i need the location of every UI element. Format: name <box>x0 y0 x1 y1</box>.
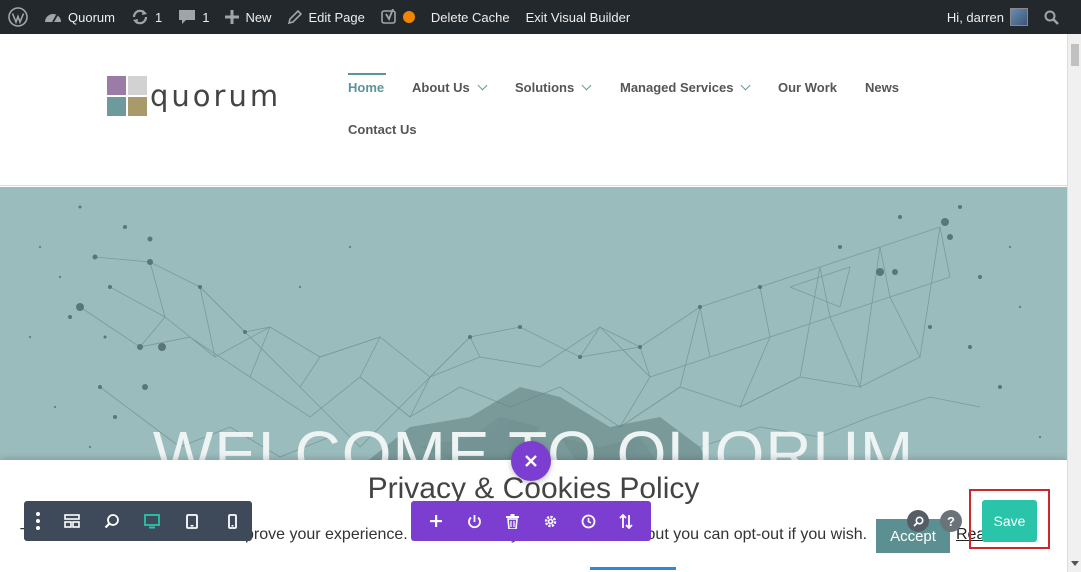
wp-admin-bar: Quorum 1 1 New Edit Page Delete Cache Ex… <box>0 0 1081 34</box>
updates-link[interactable]: 1 <box>123 0 170 34</box>
nav-item-home[interactable]: Home <box>348 73 386 95</box>
new-content-link[interactable]: New <box>217 0 279 34</box>
comments-count: 1 <box>202 9 210 25</box>
site-name-link[interactable]: Quorum <box>36 0 123 34</box>
comment-icon <box>179 10 196 24</box>
nav-label-our-work: Our Work <box>778 80 837 95</box>
account-menu[interactable]: Hi, darren <box>939 0 1036 34</box>
avatar <box>1010 8 1028 26</box>
nav-item-about-us[interactable]: About Us <box>412 80 488 95</box>
nav-item-our-work[interactable]: Our Work <box>778 80 837 95</box>
vertical-scrollbar[interactable] <box>1067 34 1081 572</box>
logo-mark <box>107 76 147 116</box>
portability-button[interactable] <box>456 501 492 541</box>
builder-section-toolbar <box>411 501 651 541</box>
updates-count: 1 <box>154 9 163 25</box>
tablet-icon <box>186 513 198 529</box>
zoom-view-button[interactable] <box>92 501 132 541</box>
builder-help-button[interactable]: ? <box>940 510 962 532</box>
nav-label-news: News <box>865 80 899 95</box>
nav-label-solutions: Solutions <box>515 80 575 95</box>
power-icon <box>467 514 481 528</box>
plus-icon <box>225 10 240 24</box>
reorder-button[interactable] <box>608 501 644 541</box>
add-icon <box>430 515 442 527</box>
delete-cache-label: Delete Cache <box>430 9 510 25</box>
logo-text: quorum <box>150 79 282 113</box>
scroll-down-arrow-icon[interactable] <box>1071 561 1079 566</box>
yoast-seo-menu[interactable] <box>373 0 423 34</box>
close-icon <box>525 455 537 467</box>
builder-menu-button[interactable] <box>24 501 52 541</box>
edit-page-link[interactable]: Edit Page <box>279 0 372 34</box>
site-name-label: Quorum <box>68 9 115 25</box>
edit-page-label: Edit Page <box>308 9 365 25</box>
exit-visual-builder-label: Exit Visual Builder <box>525 9 631 25</box>
desktop-view-button[interactable] <box>132 501 172 541</box>
tablet-view-button[interactable] <box>172 501 212 541</box>
page-indicator-line <box>590 567 676 570</box>
nav-item-managed-services[interactable]: Managed Services <box>620 80 751 95</box>
dashboard-icon <box>45 14 61 23</box>
history-icon <box>581 514 595 528</box>
builder-search-button[interactable] <box>907 510 929 532</box>
admin-search-button[interactable] <box>1036 0 1081 34</box>
zoom-icon <box>104 514 119 529</box>
more-icon <box>36 512 40 530</box>
page-settings-button[interactable] <box>532 501 568 541</box>
clear-layout-button[interactable] <box>494 501 530 541</box>
add-module-button[interactable] <box>418 501 454 541</box>
seo-status-dot <box>402 11 415 23</box>
search-icon <box>1044 10 1059 25</box>
comments-link[interactable]: 1 <box>170 0 217 34</box>
chevron-down-icon <box>477 80 488 91</box>
phone-icon <box>227 513 237 529</box>
settings-icon <box>544 515 556 527</box>
search-icon <box>912 515 924 527</box>
nav-label-managed-services: Managed Services <box>620 80 734 95</box>
wordpress-logo-button[interactable] <box>0 0 36 34</box>
nav-item-solutions[interactable]: Solutions <box>515 80 592 95</box>
chevron-down-icon <box>741 80 751 91</box>
nav-item-contact-us[interactable]: Contact Us <box>348 122 417 137</box>
wordpress-icon <box>8 7 28 27</box>
nav-label-contact-us: Contact Us <box>348 122 417 137</box>
delete-cache-link[interactable]: Delete Cache <box>423 0 518 34</box>
nav-item-news[interactable]: News <box>865 80 899 95</box>
greeting-label: Hi, darren <box>946 9 1004 25</box>
site-header: quorum Home About Us Solutions Managed S… <box>0 34 1067 186</box>
sort-icon <box>619 513 633 529</box>
builder-close-button[interactable] <box>511 441 551 481</box>
pencil-icon <box>288 9 303 24</box>
save-button[interactable]: Save <box>982 500 1037 542</box>
desktop-icon <box>144 513 160 528</box>
trash-icon <box>505 513 519 529</box>
layout-icon <box>64 514 80 528</box>
new-label: New <box>245 9 272 25</box>
nav-active-indicator <box>348 73 386 75</box>
updates-icon <box>132 9 148 25</box>
site-logo[interactable]: quorum <box>107 76 281 116</box>
builder-page-toolbar <box>24 501 252 541</box>
wireframe-view-button[interactable] <box>52 501 92 541</box>
nav-label-about-us: About Us <box>412 80 470 95</box>
editing-history-button[interactable] <box>570 501 606 541</box>
phone-view-button[interactable] <box>212 501 252 541</box>
exit-visual-builder-link[interactable]: Exit Visual Builder <box>518 0 639 34</box>
yoast-icon <box>381 9 396 24</box>
chevron-down-icon <box>581 80 592 91</box>
scrollbar-thumb[interactable] <box>1071 44 1079 66</box>
nav-label-home: Home <box>348 80 385 95</box>
